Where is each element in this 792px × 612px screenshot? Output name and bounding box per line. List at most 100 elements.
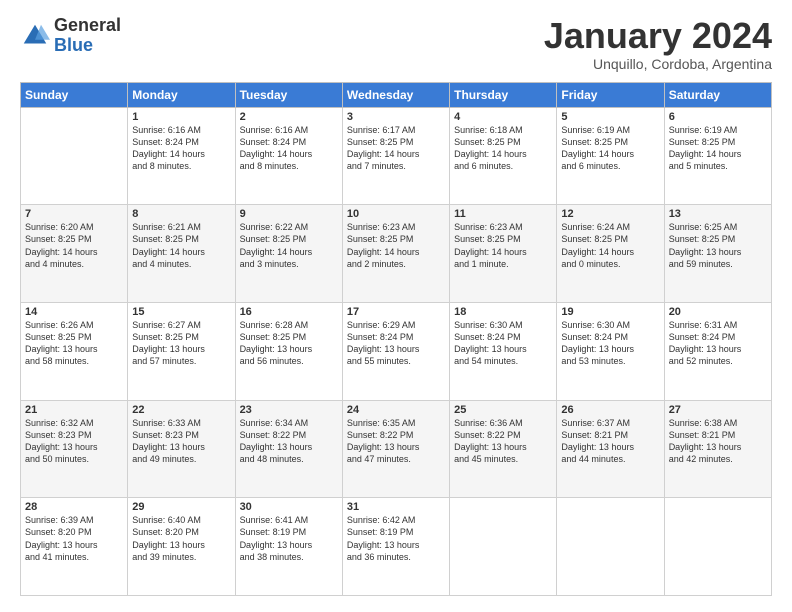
day-number: 26 xyxy=(561,404,659,416)
week-row-5: 28Sunrise: 6:39 AMSunset: 8:20 PMDayligh… xyxy=(21,498,772,596)
cell-info: Sunrise: 6:36 AMSunset: 8:22 PMDaylight:… xyxy=(454,417,552,466)
cell-info: Sunrise: 6:24 AMSunset: 8:25 PMDaylight:… xyxy=(561,221,659,270)
table-row: 28Sunrise: 6:39 AMSunset: 8:20 PMDayligh… xyxy=(21,498,128,596)
cell-info: Sunrise: 6:19 AMSunset: 8:25 PMDaylight:… xyxy=(561,124,659,173)
day-number: 8 xyxy=(132,208,230,220)
cell-info: Sunrise: 6:35 AMSunset: 8:22 PMDaylight:… xyxy=(347,417,445,466)
day-number: 24 xyxy=(347,404,445,416)
cell-info: Sunrise: 6:16 AMSunset: 8:24 PMDaylight:… xyxy=(132,124,230,173)
table-row xyxy=(664,498,771,596)
day-number: 30 xyxy=(240,501,338,513)
day-number: 25 xyxy=(454,404,552,416)
cell-info: Sunrise: 6:39 AMSunset: 8:20 PMDaylight:… xyxy=(25,514,123,563)
cell-info: Sunrise: 6:23 AMSunset: 8:25 PMDaylight:… xyxy=(454,221,552,270)
day-number: 2 xyxy=(240,111,338,123)
table-row: 27Sunrise: 6:38 AMSunset: 8:21 PMDayligh… xyxy=(664,400,771,498)
table-row: 5Sunrise: 6:19 AMSunset: 8:25 PMDaylight… xyxy=(557,107,664,205)
table-row: 4Sunrise: 6:18 AMSunset: 8:25 PMDaylight… xyxy=(450,107,557,205)
day-number: 29 xyxy=(132,501,230,513)
day-number: 1 xyxy=(132,111,230,123)
day-number: 17 xyxy=(347,306,445,318)
table-row: 12Sunrise: 6:24 AMSunset: 8:25 PMDayligh… xyxy=(557,205,664,303)
day-number: 22 xyxy=(132,404,230,416)
table-row: 14Sunrise: 6:26 AMSunset: 8:25 PMDayligh… xyxy=(21,302,128,400)
cell-info: Sunrise: 6:23 AMSunset: 8:25 PMDaylight:… xyxy=(347,221,445,270)
table-row xyxy=(557,498,664,596)
table-row xyxy=(450,498,557,596)
day-number: 15 xyxy=(132,306,230,318)
cell-info: Sunrise: 6:28 AMSunset: 8:25 PMDaylight:… xyxy=(240,319,338,368)
cell-info: Sunrise: 6:32 AMSunset: 8:23 PMDaylight:… xyxy=(25,417,123,466)
table-row: 13Sunrise: 6:25 AMSunset: 8:25 PMDayligh… xyxy=(664,205,771,303)
col-tuesday: Tuesday xyxy=(235,82,342,107)
month-title: January 2024 xyxy=(544,16,772,56)
col-sunday: Sunday xyxy=(21,82,128,107)
cell-info: Sunrise: 6:42 AMSunset: 8:19 PMDaylight:… xyxy=(347,514,445,563)
calendar-header-row: Sunday Monday Tuesday Wednesday Thursday… xyxy=(21,82,772,107)
cell-info: Sunrise: 6:17 AMSunset: 8:25 PMDaylight:… xyxy=(347,124,445,173)
table-row: 18Sunrise: 6:30 AMSunset: 8:24 PMDayligh… xyxy=(450,302,557,400)
day-number: 21 xyxy=(25,404,123,416)
week-row-4: 21Sunrise: 6:32 AMSunset: 8:23 PMDayligh… xyxy=(21,400,772,498)
col-wednesday: Wednesday xyxy=(342,82,449,107)
header: General Blue January 2024 Unquillo, Cord… xyxy=(20,16,772,72)
day-number: 23 xyxy=(240,404,338,416)
table-row: 21Sunrise: 6:32 AMSunset: 8:23 PMDayligh… xyxy=(21,400,128,498)
table-row: 6Sunrise: 6:19 AMSunset: 8:25 PMDaylight… xyxy=(664,107,771,205)
table-row xyxy=(21,107,128,205)
day-number: 28 xyxy=(25,501,123,513)
logo-icon xyxy=(20,21,50,51)
cell-info: Sunrise: 6:18 AMSunset: 8:25 PMDaylight:… xyxy=(454,124,552,173)
cell-info: Sunrise: 6:20 AMSunset: 8:25 PMDaylight:… xyxy=(25,221,123,270)
table-row: 25Sunrise: 6:36 AMSunset: 8:22 PMDayligh… xyxy=(450,400,557,498)
logo-text: General Blue xyxy=(54,16,121,56)
col-thursday: Thursday xyxy=(450,82,557,107)
week-row-2: 7Sunrise: 6:20 AMSunset: 8:25 PMDaylight… xyxy=(21,205,772,303)
cell-info: Sunrise: 6:31 AMSunset: 8:24 PMDaylight:… xyxy=(669,319,767,368)
day-number: 5 xyxy=(561,111,659,123)
table-row: 11Sunrise: 6:23 AMSunset: 8:25 PMDayligh… xyxy=(450,205,557,303)
table-row: 29Sunrise: 6:40 AMSunset: 8:20 PMDayligh… xyxy=(128,498,235,596)
cell-info: Sunrise: 6:30 AMSunset: 8:24 PMDaylight:… xyxy=(561,319,659,368)
table-row: 9Sunrise: 6:22 AMSunset: 8:25 PMDaylight… xyxy=(235,205,342,303)
table-row: 17Sunrise: 6:29 AMSunset: 8:24 PMDayligh… xyxy=(342,302,449,400)
calendar-table: Sunday Monday Tuesday Wednesday Thursday… xyxy=(20,82,772,596)
table-row: 16Sunrise: 6:28 AMSunset: 8:25 PMDayligh… xyxy=(235,302,342,400)
day-number: 9 xyxy=(240,208,338,220)
subtitle: Unquillo, Cordoba, Argentina xyxy=(544,56,772,72)
week-row-3: 14Sunrise: 6:26 AMSunset: 8:25 PMDayligh… xyxy=(21,302,772,400)
day-number: 20 xyxy=(669,306,767,318)
day-number: 10 xyxy=(347,208,445,220)
col-monday: Monday xyxy=(128,82,235,107)
day-number: 11 xyxy=(454,208,552,220)
table-row: 22Sunrise: 6:33 AMSunset: 8:23 PMDayligh… xyxy=(128,400,235,498)
logo-blue: Blue xyxy=(54,36,121,56)
cell-info: Sunrise: 6:38 AMSunset: 8:21 PMDaylight:… xyxy=(669,417,767,466)
table-row: 24Sunrise: 6:35 AMSunset: 8:22 PMDayligh… xyxy=(342,400,449,498)
day-number: 12 xyxy=(561,208,659,220)
table-row: 10Sunrise: 6:23 AMSunset: 8:25 PMDayligh… xyxy=(342,205,449,303)
table-row: 1Sunrise: 6:16 AMSunset: 8:24 PMDaylight… xyxy=(128,107,235,205)
table-row: 19Sunrise: 6:30 AMSunset: 8:24 PMDayligh… xyxy=(557,302,664,400)
day-number: 14 xyxy=(25,306,123,318)
cell-info: Sunrise: 6:22 AMSunset: 8:25 PMDaylight:… xyxy=(240,221,338,270)
day-number: 3 xyxy=(347,111,445,123)
table-row: 23Sunrise: 6:34 AMSunset: 8:22 PMDayligh… xyxy=(235,400,342,498)
table-row: 15Sunrise: 6:27 AMSunset: 8:25 PMDayligh… xyxy=(128,302,235,400)
col-friday: Friday xyxy=(557,82,664,107)
cell-info: Sunrise: 6:41 AMSunset: 8:19 PMDaylight:… xyxy=(240,514,338,563)
day-number: 13 xyxy=(669,208,767,220)
cell-info: Sunrise: 6:27 AMSunset: 8:25 PMDaylight:… xyxy=(132,319,230,368)
table-row: 2Sunrise: 6:16 AMSunset: 8:24 PMDaylight… xyxy=(235,107,342,205)
day-number: 31 xyxy=(347,501,445,513)
cell-info: Sunrise: 6:26 AMSunset: 8:25 PMDaylight:… xyxy=(25,319,123,368)
col-saturday: Saturday xyxy=(664,82,771,107)
cell-info: Sunrise: 6:25 AMSunset: 8:25 PMDaylight:… xyxy=(669,221,767,270)
day-number: 18 xyxy=(454,306,552,318)
title-block: January 2024 Unquillo, Cordoba, Argentin… xyxy=(544,16,772,72)
table-row: 3Sunrise: 6:17 AMSunset: 8:25 PMDaylight… xyxy=(342,107,449,205)
table-row: 31Sunrise: 6:42 AMSunset: 8:19 PMDayligh… xyxy=(342,498,449,596)
day-number: 19 xyxy=(561,306,659,318)
table-row: 8Sunrise: 6:21 AMSunset: 8:25 PMDaylight… xyxy=(128,205,235,303)
day-number: 27 xyxy=(669,404,767,416)
